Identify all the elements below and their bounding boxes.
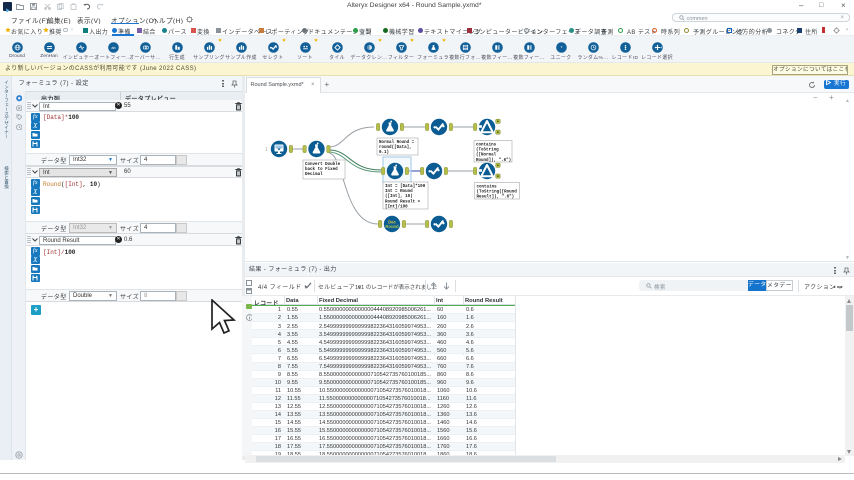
svg-text:*: * <box>560 45 562 51</box>
svg-text:▼: ▼ <box>845 255 850 261</box>
svg-text:ab: ab <box>111 45 115 49</box>
svg-text:−: − <box>813 93 818 102</box>
svg-text:Int = [Data]*100: Int = [Data]*100 <box>385 184 426 189</box>
svg-text:([Normal: ([Normal <box>476 153 497 158</box>
svg-text:Decimal: Decimal <box>305 172 323 177</box>
svg-text:Round: Round <box>385 224 399 229</box>
svg-text:Convert Double: Convert Double <box>305 162 341 167</box>
svg-text:Int = Round: Int = Round <box>385 189 413 194</box>
svg-text:0.1): 0.1) <box>379 150 389 155</box>
svg-text:contains: contains <box>477 185 498 190</box>
svg-text:Normal Round =: Normal Round = <box>379 140 415 145</box>
svg-text:[Int]/100: [Int]/100 <box>385 204 408 209</box>
svg-text:back to Fixed: back to Fixed <box>305 167 338 172</box>
svg-text:([Int], 10): ([Int], 10) <box>385 194 413 199</box>
svg-text:round([Data],: round([Data], <box>379 145 412 150</box>
svg-text:Round Result =: Round Result = <box>385 199 421 204</box>
svg-text:Result]), ".6"): Result]), ".6") <box>477 195 515 200</box>
svg-text:(ToString: (ToString <box>476 148 499 153</box>
svg-text:Round]), ".6"): Round]), ".6") <box>476 158 511 163</box>
svg-text:▲: ▲ <box>845 98 850 104</box>
svg-text:+: + <box>829 93 834 102</box>
svg-text:I: I <box>265 147 268 153</box>
svg-text:contains: contains <box>476 143 497 148</box>
svg-text:(ToString([Round: (ToString([Round <box>477 190 518 195</box>
